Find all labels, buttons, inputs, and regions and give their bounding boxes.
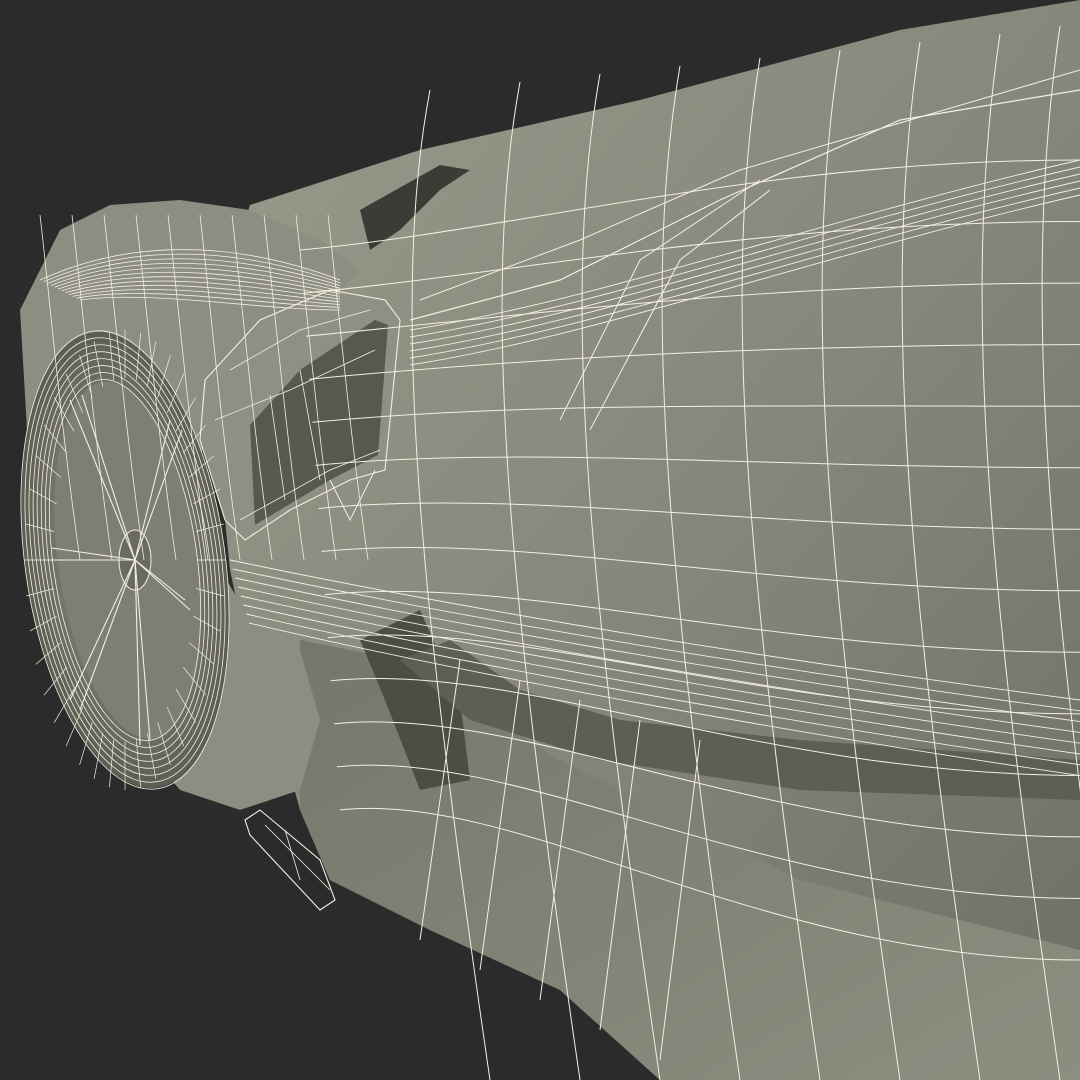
car-wireframe-render <box>0 0 1080 1080</box>
wireframe-viewport <box>0 0 1080 1080</box>
